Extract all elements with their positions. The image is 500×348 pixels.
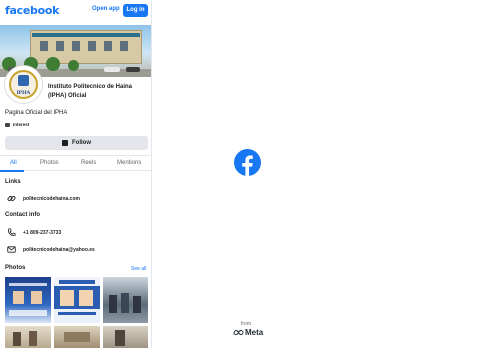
photo-thumbnail[interactable] [54,326,100,348]
tab-reels[interactable]: Reels [81,160,96,166]
active-tab-indicator [0,170,24,172]
links-heading: Links [5,179,21,185]
page-tabs: All Photos Reels Mentions [0,155,151,172]
category-label: Interest [13,122,30,127]
photo-thumbnail[interactable] [5,277,51,323]
avatar-logo-text: IPHA [16,90,31,96]
tab-photos[interactable]: Photos [40,160,59,166]
avatar[interactable]: IPHA [5,66,42,103]
see-all-photos-link[interactable]: See all [131,266,146,272]
phone-row[interactable]: +1 809-237-3733 [7,228,61,237]
top-bar: facebook Open app Log in [0,0,151,22]
phone-number[interactable]: +1 809-237-3733 [23,230,61,236]
follow-button[interactable]: Follow [5,136,148,150]
photo-thumbnail[interactable] [103,326,148,348]
login-button[interactable]: Log in [123,4,148,17]
website-link-row[interactable]: politecnicodehaina.com [7,194,80,203]
seal-emblem [18,75,29,86]
page-description: Pagina Oficial del IPHA [5,110,68,116]
tab-all[interactable]: All [10,160,17,166]
meta-logo: Meta [233,328,263,337]
link-icon [7,196,16,201]
open-app-link[interactable]: Open app [92,6,120,12]
facebook-logo[interactable]: facebook [5,4,59,17]
photos-heading: Photos [5,265,26,271]
facebook-f-icon [234,149,261,176]
building-banner [32,33,140,37]
photo-thumbnail[interactable] [54,277,100,323]
from-label: from [241,321,251,327]
tab-mentions[interactable]: Mentions [117,160,141,166]
website-link[interactable]: politecnicodehaina.com [23,196,80,202]
page-title: Instituto Politecnico de Haina (IPHA) Of… [48,84,133,99]
follow-label: Follow [72,140,91,146]
email-address[interactable]: politecnicodehaina@yahoo.es [23,247,95,253]
page-category: Interest [5,122,29,127]
email-icon [7,246,16,253]
meta-infinity-icon [233,330,244,335]
follow-icon [62,140,68,146]
briefcase-icon [5,122,10,127]
contact-heading: Contact info [5,212,40,218]
phone-icon [8,228,16,236]
mobile-page-panel: facebook Open app Log in IPHA Instituto … [0,0,152,348]
meta-wordmark: Meta [245,328,264,337]
email-row[interactable]: politecnicodehaina@yahoo.es [7,245,95,254]
photo-thumbnail[interactable] [5,326,51,348]
photo-thumbnail[interactable] [103,277,148,323]
